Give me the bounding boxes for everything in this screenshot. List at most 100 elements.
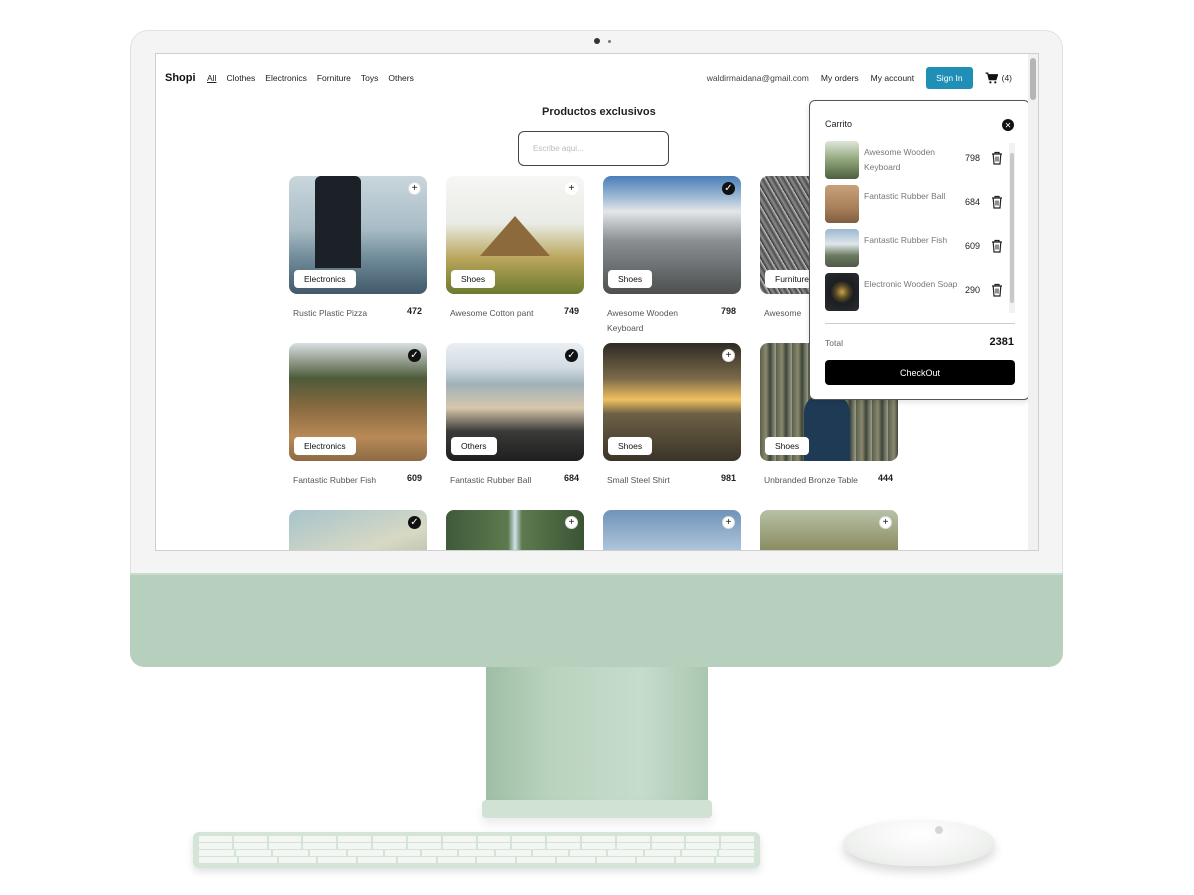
my-account-link[interactable]: My account bbox=[871, 73, 914, 83]
product-price: 798 bbox=[720, 306, 736, 316]
cart-item-image bbox=[825, 229, 859, 267]
cart-scrollbar[interactable] bbox=[1009, 143, 1015, 313]
camera-icon bbox=[594, 38, 600, 44]
plus-icon: + bbox=[411, 182, 418, 194]
product-image[interactable]: ✓ Others bbox=[446, 343, 584, 461]
keyboard bbox=[193, 832, 760, 868]
product-image[interactable]: + Shoes bbox=[603, 343, 741, 461]
monitor-stand-foot bbox=[482, 800, 712, 818]
category-nav: All Clothes Electronics Forniture Toys O… bbox=[207, 73, 414, 83]
category-badge: Shoes bbox=[451, 270, 496, 288]
plus-icon: + bbox=[882, 516, 889, 528]
plus-icon: + bbox=[568, 516, 575, 528]
add-to-cart-button[interactable]: + bbox=[565, 516, 578, 529]
check-icon: ✓ bbox=[567, 349, 576, 361]
cart-item-name: Awesome Wooden Keyboard bbox=[864, 147, 936, 172]
in-cart-indicator[interactable]: ✓ bbox=[722, 182, 735, 195]
add-to-cart-button[interactable]: + bbox=[722, 516, 735, 529]
product-price: 609 bbox=[406, 473, 422, 483]
cart-item-price: 290 bbox=[965, 285, 981, 295]
divider bbox=[825, 323, 1015, 324]
product-price: 749 bbox=[563, 306, 579, 316]
product-image[interactable]: + bbox=[760, 510, 898, 550]
product-image[interactable]: ✓ Shoes bbox=[603, 176, 741, 294]
nav-link-toys[interactable]: Toys bbox=[361, 73, 378, 83]
product-price: 684 bbox=[563, 473, 579, 483]
add-to-cart-button[interactable]: + bbox=[565, 182, 578, 195]
account-nav: waldirmaidana@gmail.com My orders My acc… bbox=[707, 67, 1012, 89]
total-value: 2381 bbox=[989, 336, 1014, 348]
search-input[interactable] bbox=[518, 131, 669, 166]
trash-icon[interactable] bbox=[991, 195, 1003, 209]
product-image[interactable]: ✓ bbox=[289, 510, 427, 550]
cart-item-image bbox=[825, 185, 859, 223]
mouse bbox=[843, 820, 995, 866]
category-badge: Shoes bbox=[765, 437, 810, 455]
cart-item-name: Fantastic Rubber Fish bbox=[864, 235, 948, 245]
product-image[interactable]: + bbox=[446, 510, 584, 550]
product-name: Unbranded Bronze Table bbox=[764, 475, 858, 485]
cart-count: (4) bbox=[1001, 73, 1012, 83]
page-title: Productos exclusivos bbox=[542, 106, 656, 118]
cart-button[interactable]: (4) bbox=[985, 72, 1012, 84]
camera-indicator bbox=[608, 40, 611, 43]
nav-link-all[interactable]: All bbox=[207, 73, 216, 83]
total-label: Total bbox=[825, 338, 843, 348]
cart-item-image bbox=[825, 141, 859, 179]
trash-icon[interactable] bbox=[991, 239, 1003, 253]
my-orders-link[interactable]: My orders bbox=[821, 73, 859, 83]
category-badge: Electronics bbox=[294, 270, 356, 288]
user-email: waldirmaidana@gmail.com bbox=[706, 73, 809, 83]
trash-icon[interactable] bbox=[991, 151, 1003, 165]
trash-icon[interactable] bbox=[991, 283, 1003, 297]
product-name: Rustic Plastic Pizza bbox=[293, 308, 368, 318]
cart-item: Fantastic Rubber Ball 684 bbox=[825, 185, 1005, 225]
add-to-cart-button[interactable]: + bbox=[408, 182, 421, 195]
navbar: Shopi All Clothes Electronics Forniture … bbox=[156, 54, 1030, 102]
cart-title: Carrito bbox=[825, 119, 853, 129]
check-icon: ✓ bbox=[724, 182, 733, 194]
in-cart-indicator[interactable]: ✓ bbox=[565, 349, 578, 362]
cart-item-price: 798 bbox=[965, 153, 981, 163]
cart-item: Electronic Wooden Soap 290 bbox=[825, 273, 1005, 313]
add-to-cart-button[interactable]: + bbox=[722, 349, 735, 362]
product-image[interactable]: + bbox=[603, 510, 741, 550]
product-name: Small Steel Shirt bbox=[607, 475, 670, 485]
cart-item-name: Fantastic Rubber Ball bbox=[864, 191, 946, 201]
nav-link-others[interactable]: Others bbox=[388, 73, 414, 83]
product-name: Fantastic Rubber Ball bbox=[450, 475, 532, 485]
nav-link-clothes[interactable]: Clothes bbox=[226, 73, 255, 83]
sign-in-button[interactable]: Sign In bbox=[926, 67, 973, 89]
product-price: 472 bbox=[406, 306, 422, 316]
page-scrollbar[interactable] bbox=[1028, 54, 1038, 550]
product-image[interactable]: + Electronics bbox=[289, 176, 427, 294]
in-cart-indicator[interactable]: ✓ bbox=[408, 349, 421, 362]
cart-panel: Carrito ✕ Awesome Wooden Keyboard 798 Fa… bbox=[809, 100, 1030, 400]
plus-icon: + bbox=[725, 516, 732, 528]
product-name: Awesome Wooden Keyboard bbox=[607, 308, 679, 333]
cart-icon bbox=[985, 72, 998, 84]
checkout-button[interactable]: CheckOut bbox=[825, 360, 1015, 385]
close-icon[interactable]: ✕ bbox=[1002, 119, 1014, 131]
cart-item-name: Electronic Wooden Soap bbox=[864, 279, 958, 289]
in-cart-indicator[interactable]: ✓ bbox=[408, 516, 421, 529]
product-image[interactable]: ✓ Electronics bbox=[289, 343, 427, 461]
check-icon: ✓ bbox=[410, 516, 419, 528]
category-badge: Electronics bbox=[294, 437, 356, 455]
nav-link-forniture[interactable]: Forniture bbox=[317, 73, 351, 83]
product-price: 444 bbox=[877, 473, 893, 483]
category-badge: Others bbox=[451, 437, 497, 455]
product-image[interactable]: + Shoes bbox=[446, 176, 584, 294]
monitor-chin bbox=[130, 575, 1063, 667]
product-name: Fantastic Rubber Fish bbox=[293, 475, 377, 485]
add-to-cart-button[interactable]: + bbox=[879, 516, 892, 529]
cart-item: Fantastic Rubber Fish 609 bbox=[825, 229, 1005, 269]
apple-logo-icon bbox=[935, 826, 943, 834]
screen: Shopi All Clothes Electronics Forniture … bbox=[155, 53, 1039, 551]
nav-link-electronics[interactable]: Electronics bbox=[265, 73, 307, 83]
product-name: Awesome Cotton pant bbox=[450, 308, 534, 318]
brand-logo[interactable]: Shopi bbox=[165, 72, 196, 84]
monitor-stand bbox=[486, 667, 708, 805]
product-price: 981 bbox=[720, 473, 736, 483]
plus-icon: + bbox=[725, 349, 732, 361]
